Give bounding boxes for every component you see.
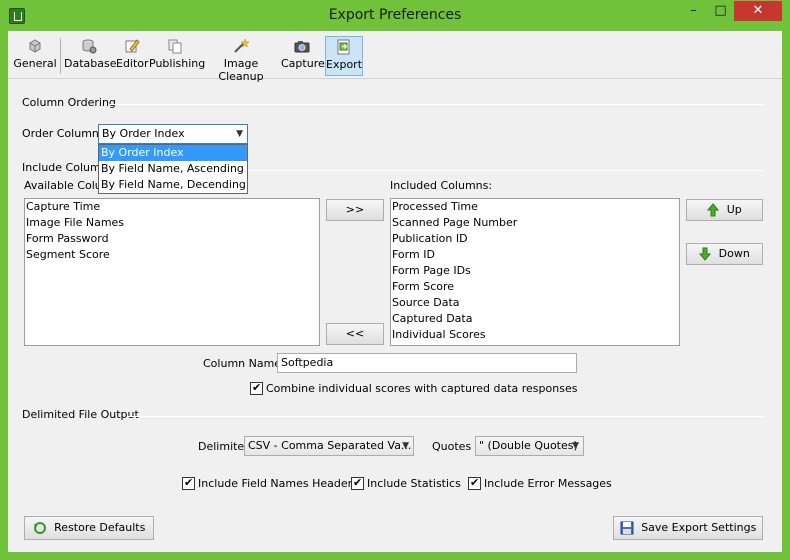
toolbar-label: General — [13, 57, 57, 70]
column-name-input[interactable]: Softpedia — [277, 353, 577, 373]
restore-icon — [33, 522, 46, 534]
field-names-header-checkbox[interactable] — [182, 476, 195, 490]
toolbar-capture-button[interactable]: Capture — [281, 36, 325, 76]
list-item[interactable]: Individual Scores — [391, 327, 679, 343]
list-item[interactable]: Source Data — [391, 295, 679, 311]
restore-defaults-label: Restore Defaults — [54, 521, 146, 534]
column-name-label: Column Name: — [203, 357, 285, 370]
toolbar-label: Database — [64, 57, 117, 70]
editor-icon — [125, 39, 140, 53]
arrow-down-icon — [699, 247, 712, 261]
move-down-button[interactable]: Down — [686, 243, 763, 265]
toolbar-label: Publishing — [149, 57, 206, 70]
combine-scores-label: Combine individual scores with captured … — [266, 382, 578, 395]
preferences-toolbar: General Database Editor Publishing Image… — [8, 31, 782, 83]
toolbar-database-button[interactable]: Database — [64, 36, 117, 76]
title-bar[interactable]: Export Preferences – □ ✕ — [0, 0, 790, 32]
list-item[interactable]: Segment Score — [25, 247, 319, 263]
chevron-down-icon: ▼ — [402, 441, 409, 451]
restore-defaults-button[interactable]: Restore Defaults — [24, 516, 154, 540]
toolbar-label: Editor — [116, 57, 149, 70]
list-item[interactable]: Form Password — [25, 231, 319, 247]
toolbar-label: Capture — [281, 57, 325, 70]
available-columns-list[interactable]: Capture Time Image File Names Form Passw… — [24, 198, 320, 346]
preferences-panel: General Database Editor Publishing Image… — [8, 31, 782, 552]
included-columns-list[interactable]: Processed Time Scanned Page Number Publi… — [390, 198, 680, 346]
combine-scores-checkbox[interactable] — [250, 381, 263, 395]
toolbar-label: Export — [326, 58, 363, 71]
list-item[interactable]: Form Page IDs — [391, 263, 679, 279]
save-export-settings-button[interactable]: Save Export Settings — [613, 516, 763, 540]
toolbar-image-cleanup-button[interactable]: Image Cleanup — [203, 36, 279, 83]
quotes-label: Quotes — [432, 440, 472, 453]
error-messages-checkbox[interactable] — [468, 476, 481, 490]
quotes-value: " (Double Quotes) — [479, 439, 578, 452]
publishing-icon — [168, 39, 182, 54]
included-columns-label: Included Columns: — [390, 179, 493, 192]
add-column-button[interactable]: >> — [326, 199, 384, 221]
quotes-select[interactable]: " (Double Quotes) ▼ — [475, 436, 584, 456]
toolbar-editor-button[interactable]: Editor — [116, 36, 149, 76]
statistics-label: Include Statistics — [367, 477, 461, 490]
dropdown-option-field-name-decending[interactable]: By Field Name, Decending — [99, 177, 247, 193]
export-icon — [337, 39, 350, 55]
order-columns-value: By Order Index — [102, 127, 185, 140]
close-button[interactable]: ✕ — [734, 1, 782, 21]
save-icon — [620, 521, 634, 535]
minimize-button[interactable]: – — [680, 1, 707, 21]
database-icon — [82, 39, 97, 54]
export-preferences-window: Export Preferences – □ ✕ General Databas… — [0, 0, 790, 560]
capture-icon — [294, 41, 310, 53]
field-names-header-label: Include Field Names Header — [198, 477, 353, 490]
toolbar-publishing-button[interactable]: Publishing — [149, 36, 205, 76]
list-item[interactable]: Image File Names — [25, 215, 319, 231]
save-export-settings-label: Save Export Settings — [641, 521, 757, 534]
dropdown-option-order-index[interactable]: By Order Index — [99, 145, 247, 161]
list-item[interactable]: Scanned Page Number — [391, 215, 679, 231]
move-up-label: Up — [726, 203, 742, 216]
list-item[interactable]: Form Score — [391, 279, 679, 295]
list-item[interactable]: Publication ID — [391, 231, 679, 247]
toolbar-export-button[interactable]: Export — [325, 36, 363, 76]
order-columns-label: Order Columns — [22, 127, 105, 140]
column-ordering-divider — [110, 104, 764, 105]
image-cleanup-icon — [234, 38, 249, 53]
move-up-button[interactable]: Up — [686, 199, 763, 221]
move-down-label: Down — [718, 247, 750, 260]
list-item[interactable]: Processed Time — [391, 199, 679, 215]
maximize-button[interactable]: □ — [707, 1, 734, 21]
general-icon — [29, 39, 41, 53]
arrow-up-icon — [707, 203, 720, 217]
window-title: Export Preferences — [328, 7, 462, 23]
dropdown-option-field-name-ascending[interactable]: By Field Name, Ascending — [99, 161, 247, 177]
order-columns-dropdown-list: By Order Index By Field Name, Ascending … — [98, 144, 248, 194]
chevron-down-icon: ▼ — [572, 441, 579, 451]
delimited-output-divider — [128, 416, 764, 417]
error-messages-label: Include Error Messages — [484, 477, 612, 490]
delimiter-value: CSV - Comma Separated Va... — [248, 439, 412, 452]
delimiter-label: Delimiter — [198, 440, 249, 453]
delimiter-select[interactable]: CSV - Comma Separated Va... ▼ — [244, 436, 414, 456]
order-columns-select[interactable]: By Order Index ▼ — [98, 124, 248, 144]
list-item[interactable]: Form ID — [391, 247, 679, 263]
toolbar-general-button[interactable]: General — [13, 36, 57, 76]
toolbar-label: Image Cleanup — [218, 57, 264, 83]
delimited-output-group-label: Delimited File Output — [22, 408, 139, 421]
list-item[interactable]: Capture Time — [25, 199, 319, 215]
list-item[interactable]: Captured Data — [391, 311, 679, 327]
chevron-down-icon: ▼ — [236, 129, 243, 139]
remove-column-button[interactable]: << — [326, 323, 384, 345]
statistics-checkbox[interactable] — [351, 476, 364, 490]
column-ordering-group-label: Column Ordering — [22, 96, 116, 109]
toolbar-separator — [60, 38, 61, 74]
